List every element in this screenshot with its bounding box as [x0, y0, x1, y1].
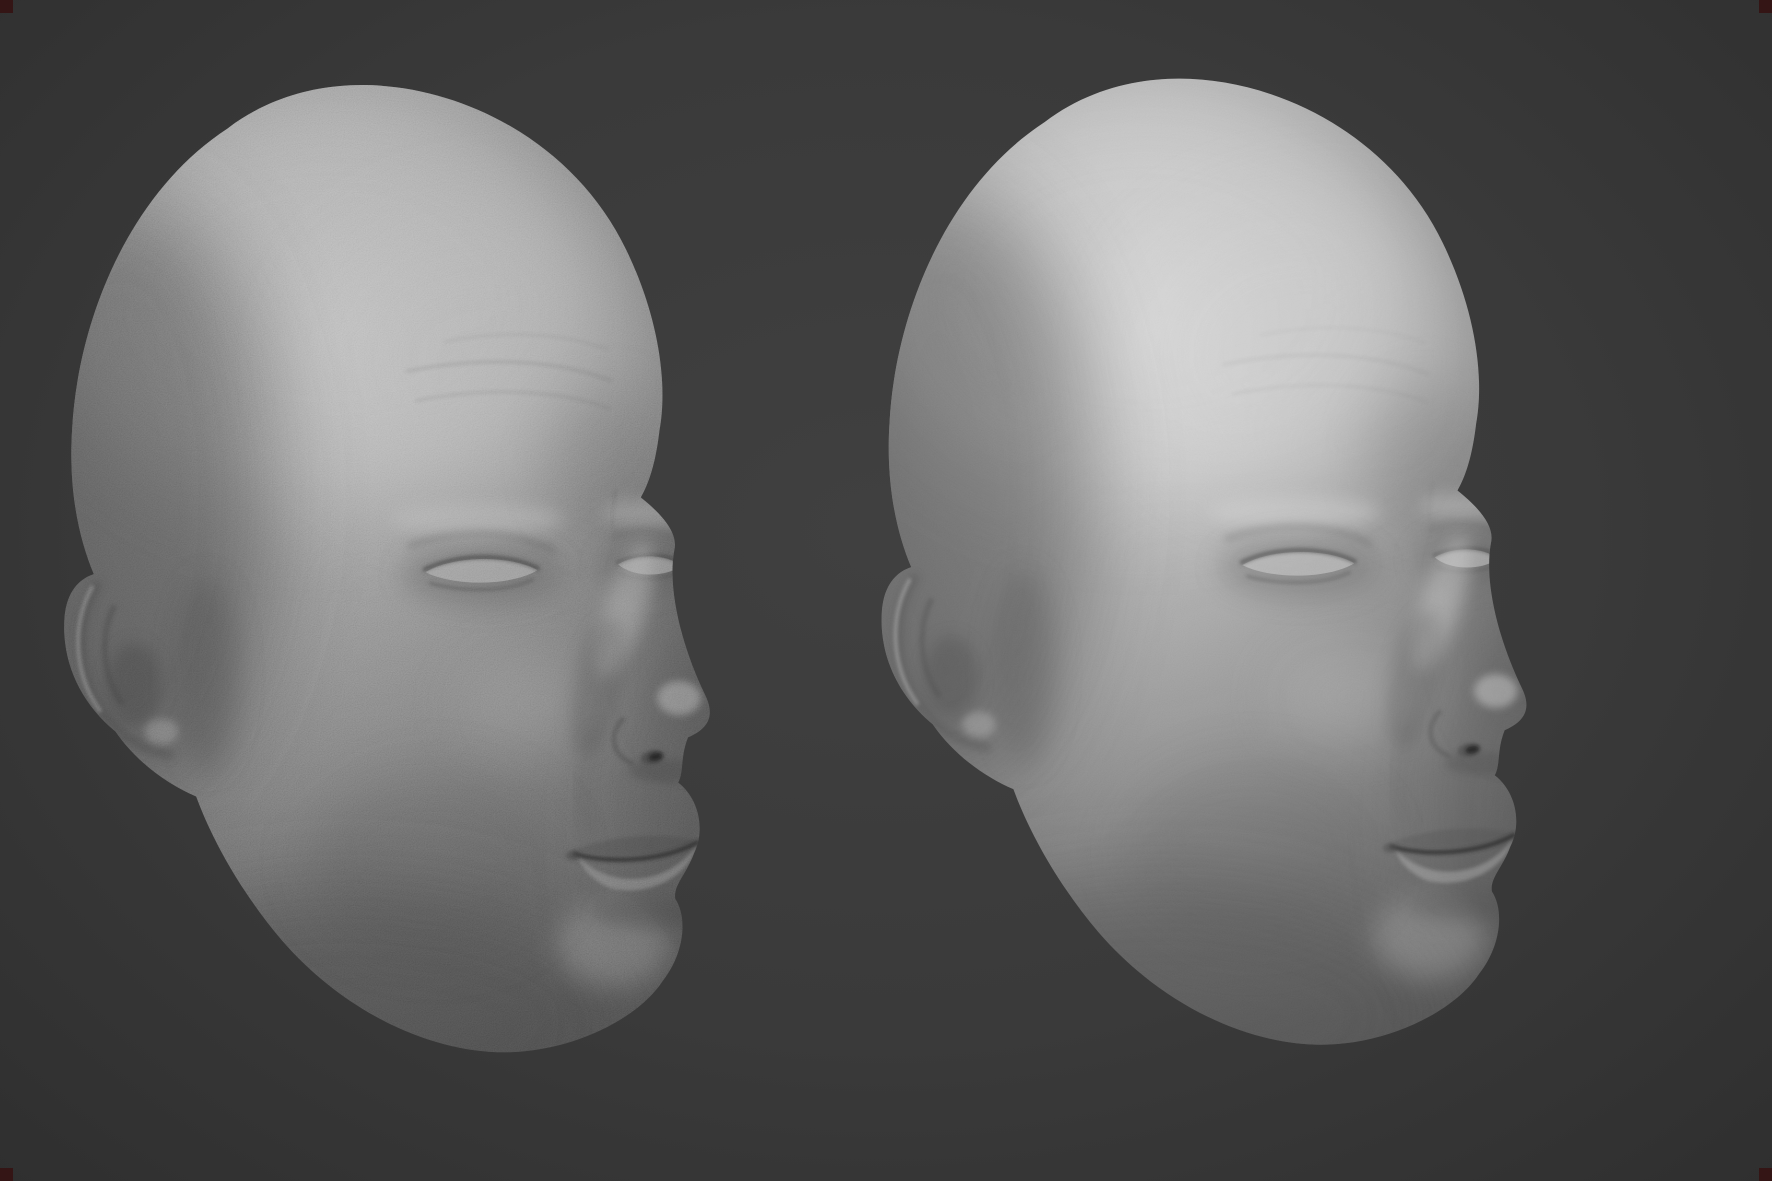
- viewport: [0, 0, 1772, 1181]
- corner-marker: [0, 1168, 13, 1181]
- corner-marker: [0, 0, 13, 13]
- skin-texture-noise: [881, 78, 1527, 1045]
- sculpted-head-render: [881, 78, 1527, 1045]
- left-head-sculpt: [22, 58, 750, 1104]
- skin-texture-noise: [64, 85, 710, 1053]
- right-head-sculpt: [838, 68, 1568, 1080]
- corner-marker: [1759, 0, 1772, 13]
- sculpted-head-render: [64, 85, 710, 1053]
- corner-marker: [1759, 1168, 1772, 1181]
